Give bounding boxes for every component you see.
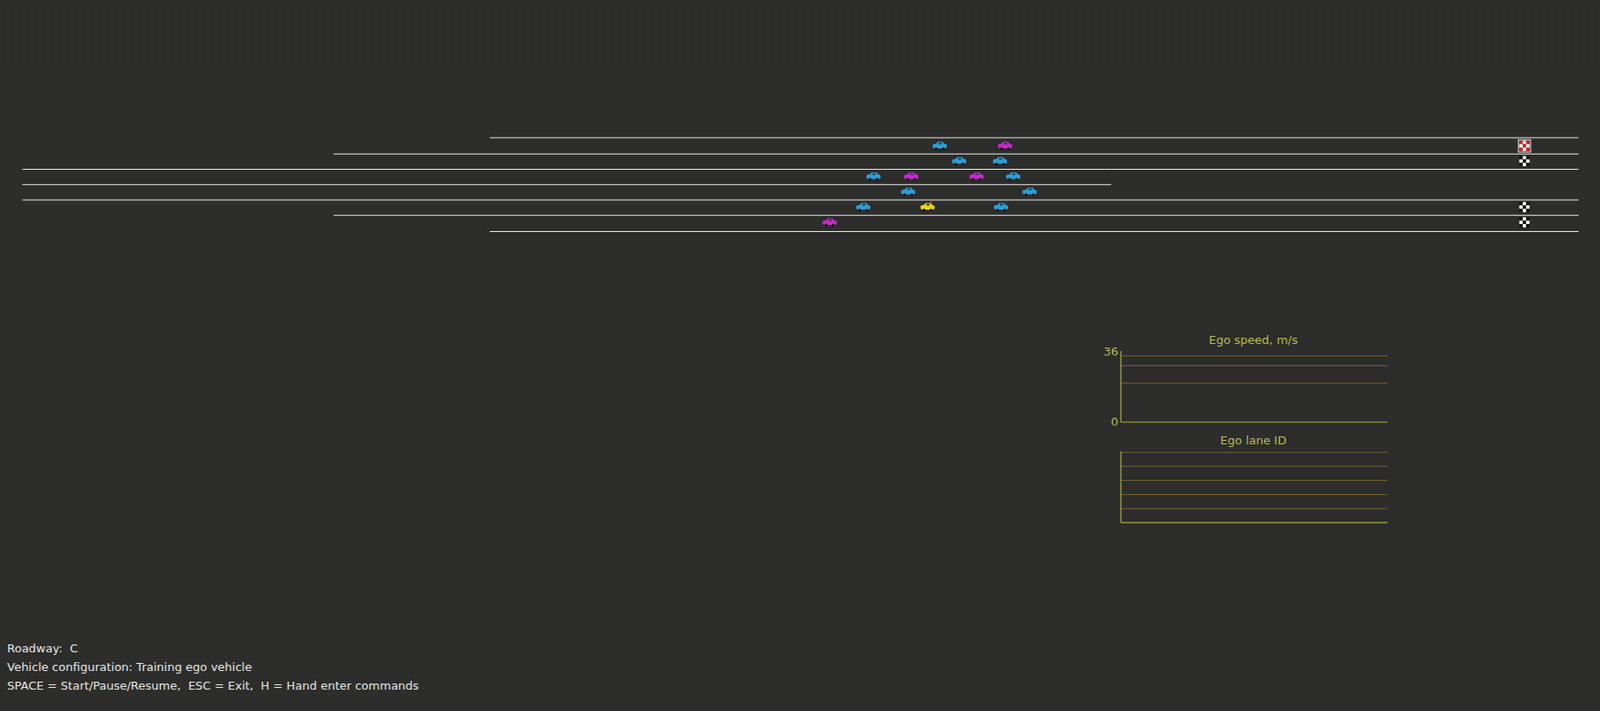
gridline bbox=[1120, 508, 1388, 510]
chart-plot bbox=[1120, 451, 1389, 524]
car-icon bbox=[993, 202, 1008, 211]
lane-line bbox=[333, 153, 1579, 155]
car-icon bbox=[1006, 172, 1021, 181]
gridline bbox=[1120, 452, 1388, 454]
gridline bbox=[1120, 480, 1388, 481]
gridline bbox=[1120, 383, 1388, 384]
footer-line: Roadway: C bbox=[7, 640, 1593, 656]
chart-title: Ego lane ID bbox=[1120, 433, 1387, 448]
chart-ticks bbox=[1098, 446, 1120, 529]
charts-panel: Ego speed, m/s360Ego lane ID bbox=[0, 333, 1600, 524]
chart: Ego speed, m/s360 bbox=[1098, 333, 1600, 424]
target-flag-icon bbox=[1519, 217, 1529, 228]
roadway bbox=[0, 0, 1600, 256]
car-icon bbox=[1022, 187, 1037, 196]
lane-line bbox=[22, 199, 1112, 200]
car-icon bbox=[952, 157, 967, 166]
car-icon bbox=[866, 172, 881, 181]
chart: Ego lane ID bbox=[1098, 433, 1600, 524]
gridline bbox=[1120, 365, 1388, 367]
footer-line: SPACE = Start/Pause/Resume, ESC = Exit, … bbox=[7, 678, 1593, 694]
simulator-screen: Ego speed, m/s360Ego lane IDRoadway: CVe… bbox=[0, 0, 1600, 711]
ego-car-icon bbox=[920, 200, 935, 212]
gridline bbox=[1120, 522, 1388, 524]
lane-line bbox=[22, 168, 1112, 170]
target-flag-icon bbox=[1519, 201, 1529, 212]
gridline bbox=[1120, 494, 1388, 496]
gridline bbox=[1120, 465, 1388, 467]
chart-plot bbox=[1120, 351, 1389, 424]
chart-title: Ego speed, m/s bbox=[1120, 333, 1387, 348]
status-footer: Roadway: C Vehicle configuration: Trainin… bbox=[0, 640, 1600, 711]
lane-line bbox=[489, 231, 1579, 232]
lane-line bbox=[333, 215, 1579, 216]
car-icon bbox=[992, 157, 1008, 166]
car-icon bbox=[856, 202, 871, 211]
target-flag-icon bbox=[1519, 156, 1529, 167]
footer-line: Vehicle configuration: Training ego vehi… bbox=[7, 659, 1593, 675]
car-icon bbox=[901, 187, 916, 196]
lane-line bbox=[489, 136, 1579, 138]
chart-ticks: 36 0 bbox=[1098, 345, 1120, 429]
gridline bbox=[1120, 355, 1388, 357]
car-icon bbox=[932, 142, 947, 151]
lane-line bbox=[1111, 199, 1579, 200]
car-icon bbox=[822, 218, 837, 227]
car-icon bbox=[969, 172, 984, 181]
chart-tick: 0 bbox=[1111, 416, 1119, 429]
lane-line bbox=[1111, 168, 1579, 170]
selected-target-flag-icon bbox=[1518, 139, 1531, 152]
chart-tick: 36 bbox=[1103, 345, 1119, 359]
lane-line bbox=[22, 184, 1112, 185]
car-icon bbox=[998, 142, 1013, 151]
car-icon bbox=[904, 172, 919, 181]
